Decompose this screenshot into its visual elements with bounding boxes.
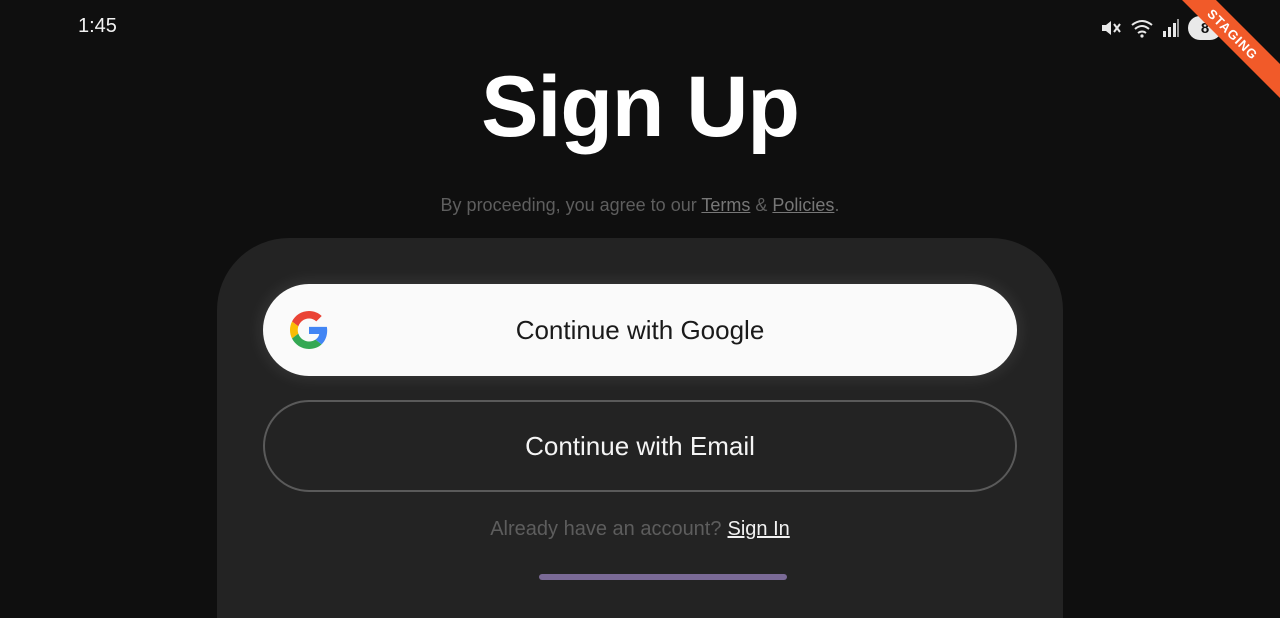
signal-icon	[1162, 18, 1180, 38]
policies-link[interactable]: Policies	[772, 195, 834, 215]
wifi-icon	[1130, 18, 1154, 38]
email-signup-button[interactable]: Continue with Email	[263, 400, 1017, 492]
agreement-text: By proceeding, you agree to our Terms & …	[0, 195, 1280, 216]
status-time: 1:45	[78, 15, 117, 37]
google-button-label: Continue with Google	[515, 314, 765, 345]
google-logo-icon	[290, 311, 328, 349]
signin-link[interactable]: Sign In	[728, 518, 790, 540]
agreement-prefix: By proceeding, you agree to our	[440, 195, 702, 215]
mute-icon	[1100, 18, 1122, 38]
signin-prompt-text: Already have an account?	[490, 518, 722, 540]
google-signup-button[interactable]: Continue with Google	[263, 284, 1017, 376]
agreement-amp: &	[750, 195, 773, 215]
auth-sheet: Continue with Google Continue with Email…	[217, 238, 1063, 618]
email-button-label: Continue with Email	[525, 430, 755, 461]
signin-prompt: Already have an account? Sign In	[217, 518, 1063, 541]
agreement-suffix: .	[834, 195, 840, 215]
home-indicator[interactable]	[539, 574, 787, 580]
terms-link[interactable]: Terms	[701, 195, 750, 215]
page-title: Sign Up	[481, 59, 800, 155]
